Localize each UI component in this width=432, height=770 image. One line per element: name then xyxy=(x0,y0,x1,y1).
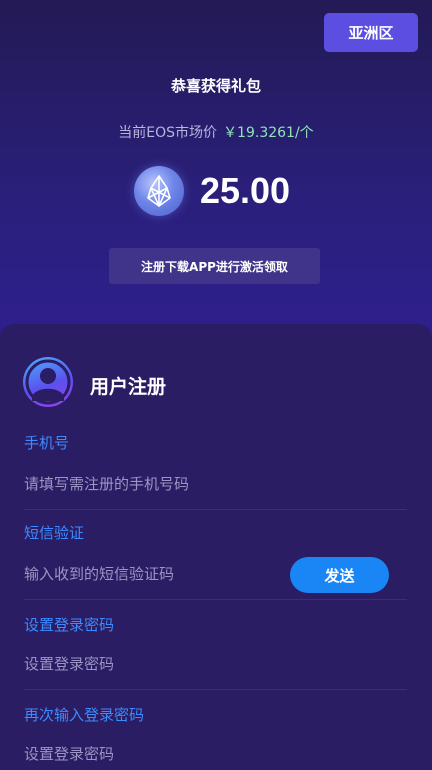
register-panel: 用户注册 手机号 短信验证 发送 设置登录密码 再次输入登录密码 xyxy=(0,324,432,770)
password-input[interactable] xyxy=(24,652,384,676)
send-code-button[interactable]: 发送 xyxy=(290,557,389,593)
region-button[interactable]: 亚洲区 xyxy=(324,13,418,52)
divider xyxy=(24,689,407,690)
divider xyxy=(24,599,407,600)
register-title: 用户注册 xyxy=(90,376,167,398)
gift-amount: 25.00 xyxy=(199,170,291,211)
claim-button[interactable]: 注册下载APP进行激活领取 xyxy=(109,248,320,284)
gift-title: 恭喜获得礼包 xyxy=(170,77,261,95)
password-label: 设置登录密码 xyxy=(24,616,115,634)
eos-icon xyxy=(133,166,184,216)
sms-code-label: 短信验证 xyxy=(24,524,85,542)
confirm-password-input[interactable] xyxy=(24,742,384,766)
market-price: 当前EOS市场价 ￥19.3261/个 xyxy=(0,122,432,142)
user-avatar-icon xyxy=(23,357,73,407)
price-value: ￥19.3261/个 xyxy=(223,125,314,141)
divider xyxy=(24,509,407,510)
sms-code-input[interactable] xyxy=(24,562,279,586)
gift-amount-row: 25.00 xyxy=(0,166,432,216)
price-label: 当前EOS市场价 xyxy=(118,125,218,141)
phone-input[interactable] xyxy=(24,472,384,496)
phone-label: 手机号 xyxy=(24,434,70,452)
confirm-password-label: 再次输入登录密码 xyxy=(24,706,145,724)
